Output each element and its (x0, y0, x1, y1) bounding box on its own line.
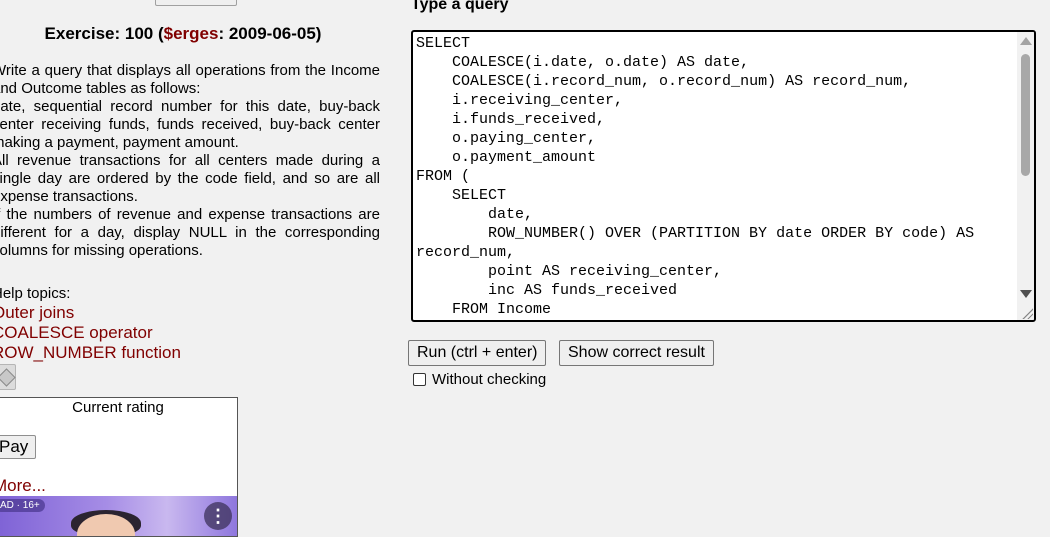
show-correct-result-button[interactable]: Show correct result (559, 340, 714, 366)
ad-banner[interactable]: AD · 16+ ⋮ (0, 496, 237, 536)
query-code[interactable]: SELECT COALESCE(i.date, o.date) AS date,… (416, 34, 1006, 319)
ad-badge: AD · 16+ (0, 499, 45, 512)
exercise-author: $erges (163, 24, 219, 43)
query-editor[interactable]: SELECT COALESCE(i.date, o.date) AS date,… (411, 30, 1036, 322)
task-paragraph: date, sequential record number for this … (0, 98, 380, 151)
exercise-suffix: : 2009-06-05) (218, 24, 322, 43)
more-options-icon[interactable]: ⋮ (204, 502, 232, 530)
help-link-coalesce[interactable]: COALESCE operator (0, 323, 153, 343)
exercise-title: Exercise: 100 ($erges: 2009-06-05) (0, 24, 366, 44)
task-paragraph: Write a query that displays all operatio… (0, 62, 380, 97)
task-description: Write a query that displays all operatio… (0, 62, 380, 260)
task-paragraph: If the numbers of revenue and expense tr… (0, 206, 380, 259)
task-paragraph: All revenue transactions for all centers… (0, 152, 380, 205)
rating-panel: Current rating Pay More... AD · 16+ ⋮ (0, 397, 238, 537)
without-checking-label: Without checking (432, 371, 547, 388)
pay-button[interactable]: Pay (0, 435, 37, 459)
exercise-prefix: Exercise: 100 ( (44, 24, 164, 43)
scrollbar-thumb[interactable] (1021, 54, 1030, 176)
more-link[interactable]: More... (0, 476, 46, 496)
resize-grip-icon[interactable] (1021, 307, 1033, 319)
query-label: Type a query (411, 0, 509, 13)
diamond-icon-button[interactable] (0, 364, 16, 390)
without-checking-checkbox[interactable] (413, 373, 426, 386)
without-checking-row[interactable]: Without checking (413, 371, 546, 388)
help-link-outer-joins[interactable]: Outer joins (0, 303, 74, 323)
top-cutoff-button[interactable] (155, 0, 237, 6)
scroll-down-arrow-icon[interactable] (1020, 290, 1032, 298)
editor-scrollbar[interactable] (1017, 32, 1034, 320)
rating-title: Current rating (72, 399, 164, 416)
diamond-icon (0, 367, 16, 387)
help-topics-label: Help topics: (0, 285, 71, 302)
help-link-row-number[interactable]: ROW_NUMBER function (0, 343, 181, 363)
run-button[interactable]: Run (ctrl + enter) (408, 340, 547, 366)
scroll-up-arrow-icon[interactable] (1020, 37, 1032, 45)
